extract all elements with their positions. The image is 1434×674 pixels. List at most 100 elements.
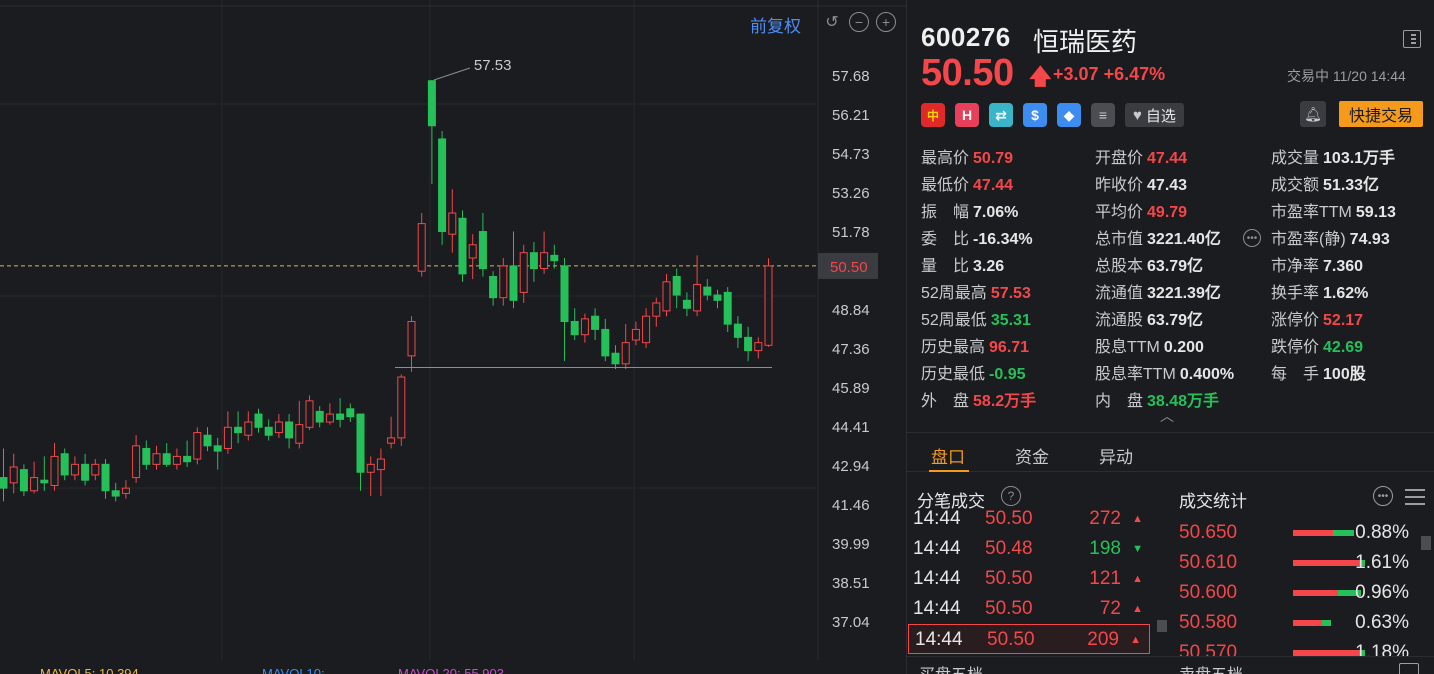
tick-price: 50.50 xyxy=(987,629,1035,650)
tick-volume: 72 xyxy=(1099,598,1121,619)
expand-icon[interactable] xyxy=(1399,663,1419,674)
zoom-out-icon[interactable]: − xyxy=(849,12,869,32)
candle-body xyxy=(162,453,171,465)
candle-body xyxy=(611,352,620,365)
stat-label: 流通股 xyxy=(1095,312,1144,329)
candle-body xyxy=(540,252,549,270)
candle-body xyxy=(438,138,447,233)
stat-item: 最高价 50.79 xyxy=(921,144,1013,168)
stat-value: 47.44 xyxy=(1147,150,1188,167)
tick-row: 14:44 50.48 198 ▼ xyxy=(907,534,1151,564)
undo-icon[interactable]: ↺ xyxy=(822,12,842,32)
tab-bar: 盘口 资金 异动 xyxy=(907,432,1434,472)
candle-body xyxy=(101,463,110,492)
dollar-icon[interactable]: $ xyxy=(1023,103,1047,127)
quick-trade-button[interactable]: 快捷交易 xyxy=(1339,101,1423,127)
candle-body xyxy=(366,463,375,473)
stat-item: 每 手 100股 xyxy=(1271,360,1366,384)
distribution-price: 50.610 xyxy=(1179,552,1238,573)
tab-alerts[interactable]: 异动 xyxy=(1099,443,1133,468)
stat-item: 市盈率TTM 59.13 xyxy=(1271,198,1396,222)
price-up-arrow-icon: 🡅 xyxy=(1029,64,1052,89)
stat-value: 7.360 xyxy=(1323,258,1364,275)
tick-volume: 272 xyxy=(1089,508,1121,529)
order-book-header: 买盘五档 卖盘五档 xyxy=(907,656,1434,674)
bell-icon[interactable]: 🔔︎ xyxy=(1300,101,1326,127)
ticks-scrollbar[interactable] xyxy=(1157,620,1167,632)
distribution-pct: 0.63% xyxy=(1355,612,1409,633)
tick-price: 50.48 xyxy=(985,538,1033,559)
layout-toggle-icon[interactable] xyxy=(1403,30,1421,48)
stat-value: 7.06% xyxy=(973,204,1019,221)
kline-chart-panel[interactable]: 57.68 56.21 54.73 53.26 51.78 48.84 47.36 45.89… xyxy=(0,0,906,674)
candle-body xyxy=(468,244,477,259)
tick-row: 14:44 50.50 121 ▲ xyxy=(907,564,1151,594)
stat-label: 市盈率(静) xyxy=(1271,231,1346,248)
current-price-tag: 50.50 xyxy=(830,259,868,276)
stat-label: 涨停价 xyxy=(1271,312,1320,329)
candle-body xyxy=(693,283,702,312)
distribution-row: 50.610 1.61% xyxy=(1179,548,1419,578)
stat-item: 52周最高 57.53 xyxy=(921,279,1031,303)
tick-row: 14:44 50.50 209 ▲ xyxy=(908,624,1150,654)
y-axis-tick-label: 37.04 xyxy=(832,614,870,631)
stat-value: 59.13 xyxy=(1355,204,1396,221)
tab-orderbook[interactable]: 盘口 xyxy=(931,443,965,468)
candle-body xyxy=(183,455,192,463)
candle-body xyxy=(407,320,416,357)
y-axis-tick-label: 53.26 xyxy=(832,185,870,202)
distribution-list[interactable]: 50.650 0.88% 50.610 1.61% 50.600 0.96% 50.580 0… xyxy=(1179,518,1434,656)
buy-volume-bar xyxy=(1293,530,1333,536)
distribution-price: 50.570 xyxy=(1179,642,1238,656)
distribution-pct: 0.96% xyxy=(1355,582,1409,603)
ticks-list[interactable]: 14:44 50.50 272 ▲ 14:44 50.48 198 ▼ 14:44 50.50 12… xyxy=(907,508,1163,654)
candle-body xyxy=(733,323,742,338)
tick-volume: 198 xyxy=(1089,538,1121,559)
candle-body xyxy=(111,490,120,497)
distribution-scrollbar[interactable] xyxy=(1421,536,1431,550)
hk-connect-icon[interactable]: H xyxy=(955,103,979,127)
swap-icon[interactable]: ⇄ xyxy=(989,103,1013,127)
stat-value: 3221.40亿 xyxy=(1147,231,1221,248)
stat-item: 历史最高 96.71 xyxy=(921,333,1029,357)
candle-body xyxy=(458,217,467,275)
arrow-up-icon: ▲ xyxy=(1132,513,1143,525)
stat-label: 昨收价 xyxy=(1095,177,1144,194)
document-icon[interactable]: ≡ xyxy=(1091,103,1115,127)
distribution-row: 50.570 1.18% xyxy=(1179,638,1419,656)
stat-item: 外 盘 58.2万手 xyxy=(921,387,1036,411)
tab-active-indicator xyxy=(929,470,969,472)
stat-value: 103.1万手 xyxy=(1323,150,1396,167)
mavol20-label: MAVOL20: 55,903 xyxy=(398,666,504,674)
stat-value: 57.53 xyxy=(990,285,1031,302)
zoom-in-icon[interactable]: + xyxy=(876,12,896,32)
candle-body xyxy=(672,276,681,296)
candle-body xyxy=(132,445,141,479)
help-icon[interactable]: ? xyxy=(1001,486,1021,506)
more-icon[interactable]: ••• xyxy=(1243,229,1261,247)
distribution-row: 50.600 0.96% xyxy=(1179,578,1419,608)
stat-label: 历史最低 xyxy=(921,366,986,383)
sell-volume-bar xyxy=(1321,620,1332,626)
y-axis-tick-label: 44.41 xyxy=(832,419,870,436)
distribution-price: 50.600 xyxy=(1179,582,1238,603)
kline-chart[interactable]: 57.68 56.21 54.73 53.26 51.78 48.84 47.36 45.89… xyxy=(0,0,906,674)
adjust-mode-link[interactable]: 前复权 xyxy=(750,12,801,37)
stat-label: 最高价 xyxy=(921,150,970,167)
add-favorite-button[interactable]: ♥ 自选 xyxy=(1125,103,1184,127)
candle-body xyxy=(744,336,753,352)
candle-body xyxy=(264,426,273,436)
stat-label: 流通值 xyxy=(1095,285,1144,302)
tag-icon[interactable]: ◆ xyxy=(1057,103,1081,127)
tab-funds[interactable]: 资金 xyxy=(1015,443,1049,468)
stat-value: 49.79 xyxy=(1147,204,1188,221)
candle-body xyxy=(244,421,253,436)
tick-volume: 121 xyxy=(1089,568,1121,589)
candle-body xyxy=(499,265,508,299)
stat-item: 总股本 63.79亿 xyxy=(1095,252,1203,276)
list-view-icon[interactable] xyxy=(1405,488,1425,506)
price-change: +3.07 +6.47% xyxy=(1053,64,1166,84)
collapse-chevron-icon[interactable]: ︿ xyxy=(1160,406,1174,426)
china-flag-icon[interactable]: 中 xyxy=(921,103,945,127)
more-options-icon[interactable]: ••• xyxy=(1373,486,1393,506)
